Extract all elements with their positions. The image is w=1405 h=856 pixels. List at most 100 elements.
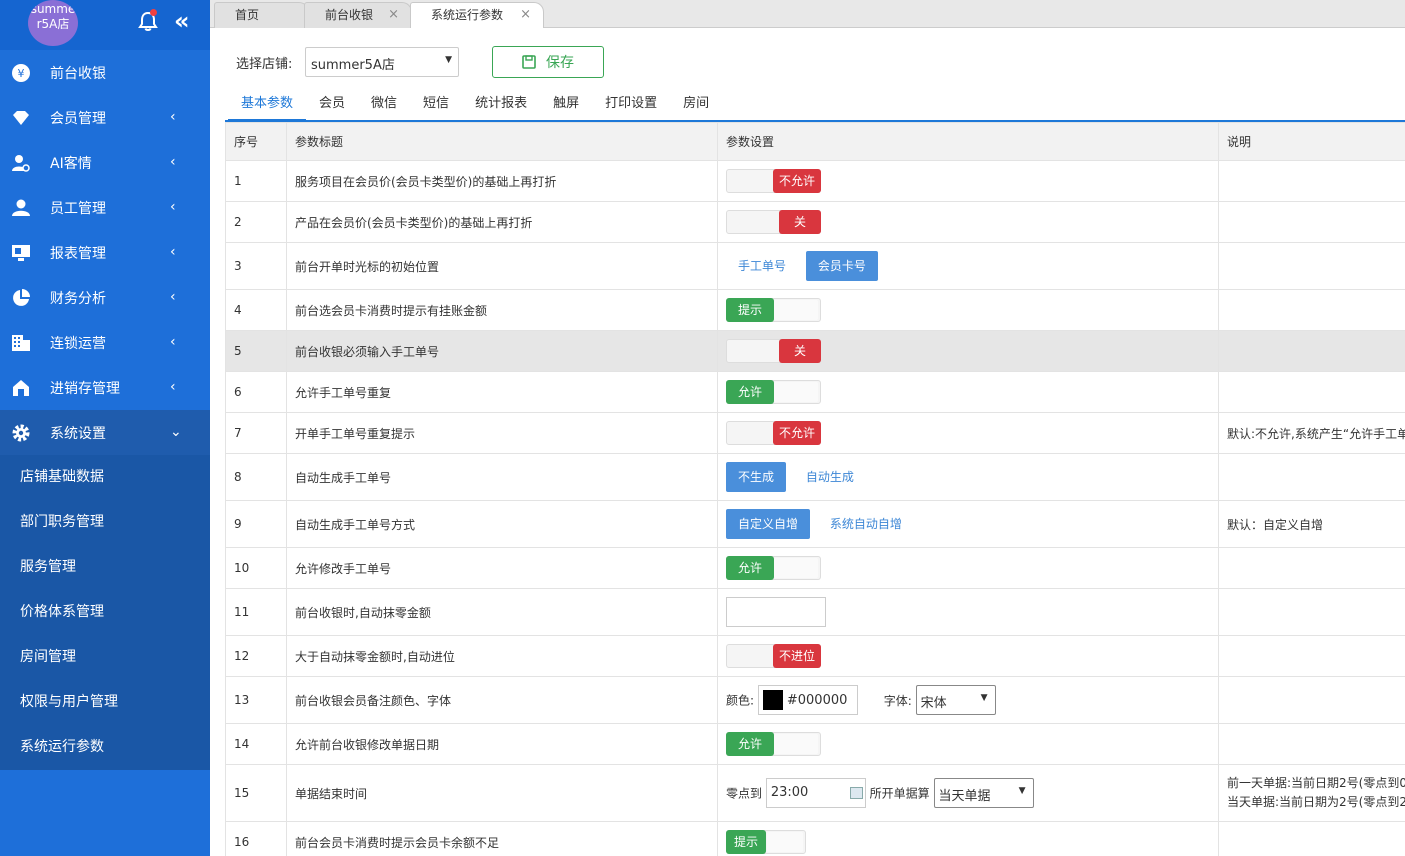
tab-sms[interactable]: 短信 bbox=[410, 91, 462, 121]
color-label: 颜色: bbox=[726, 693, 755, 708]
option-system-increment[interactable]: 系统自动自增 bbox=[818, 509, 914, 539]
toggle-track bbox=[774, 382, 818, 402]
tab-home[interactable]: 首页 bbox=[214, 2, 309, 28]
sidebar-item-reports[interactable]: 报表管理 ‹ bbox=[0, 230, 210, 275]
sidebar-subitem-room[interactable]: 房间管理 bbox=[0, 635, 210, 680]
color-picker[interactable]: #000000 bbox=[757, 685, 858, 715]
tab-front-cashier[interactable]: 前台收银 × bbox=[304, 2, 412, 28]
row-note bbox=[1218, 160, 1405, 202]
row-no: 16 bbox=[225, 821, 287, 856]
font-label: 字体: bbox=[883, 693, 912, 708]
monitor-icon bbox=[10, 242, 32, 264]
sidebar-item-system-settings[interactable]: 系统设置 ⌄ bbox=[0, 410, 210, 455]
toggle-switch[interactable]: 允许 bbox=[726, 732, 821, 756]
toggle-switch[interactable]: 提示 bbox=[726, 298, 821, 322]
avatar-text-line1: summe bbox=[30, 2, 76, 16]
tab-member[interactable]: 会员 bbox=[306, 91, 358, 121]
sidebar-subitem-department[interactable]: 部门职务管理 bbox=[0, 500, 210, 545]
option-member-card[interactable]: 会员卡号 bbox=[805, 251, 878, 281]
toggle-switch[interactable]: 提示 bbox=[726, 830, 806, 854]
row-setting: 不允许 bbox=[717, 160, 1219, 202]
option-no-generate[interactable]: 不生成 bbox=[726, 462, 787, 492]
toggle-switch[interactable]: 不允许 bbox=[726, 421, 821, 445]
row-no: 6 bbox=[225, 371, 287, 413]
sidebar-item-inventory[interactable]: 进销存管理 ‹ bbox=[0, 365, 210, 410]
tab-system-params[interactable]: 系统运行参数 × bbox=[410, 2, 544, 29]
toggle-switch[interactable]: 关 bbox=[726, 339, 821, 363]
col-header-note: 说明 bbox=[1218, 122, 1405, 161]
bill-count-as-label: 所开单据算 bbox=[869, 786, 930, 801]
tab-print[interactable]: 打印设置 bbox=[592, 91, 670, 121]
table-row: 13 前台收银会员备注颜色、字体 颜色: #000000 字体: 宋体 ▼ bbox=[225, 676, 1405, 724]
auto-round-amount-input[interactable] bbox=[726, 597, 826, 627]
save-button[interactable]: 保存 bbox=[492, 46, 604, 78]
row-no: 5 bbox=[225, 330, 287, 372]
toggle-switch[interactable]: 不允许 bbox=[726, 169, 821, 193]
sidebar-item-ai[interactable]: AI客情 ‹ bbox=[0, 140, 210, 185]
row-note bbox=[1218, 289, 1405, 331]
table-row: 4 前台选会员卡消费时提示有挂账金额 提示 bbox=[225, 289, 1405, 331]
toggle-track bbox=[767, 832, 803, 852]
row-setting: 不进位 bbox=[717, 635, 1219, 677]
row-title: 开单手工单号重复提示 bbox=[286, 412, 718, 454]
sidebar-subitem-permissions[interactable]: 权限与用户管理 bbox=[0, 680, 210, 725]
table-row: 2 产品在会员价(会员卡类型价)的基础上再打折 关 bbox=[225, 201, 1405, 243]
sidebar-item-label: 财务分析 bbox=[50, 290, 106, 307]
close-icon[interactable]: × bbox=[388, 3, 399, 27]
option-auto-generate[interactable]: 自动生成 bbox=[794, 462, 866, 492]
pie-chart-icon bbox=[10, 287, 32, 309]
params-table: 序号 参数标题 参数设置 说明 1 服务项目在会员价(会员卡类型价)的基础上再打… bbox=[225, 122, 1405, 856]
row-no: 13 bbox=[225, 676, 287, 724]
sidebar-item-chain[interactable]: 连锁运营 ‹ bbox=[0, 320, 210, 365]
tab-wechat[interactable]: 微信 bbox=[358, 91, 410, 121]
calendar-icon[interactable] bbox=[849, 787, 863, 799]
option-manual-number[interactable]: 手工单号 bbox=[726, 251, 798, 281]
row-no: 2 bbox=[225, 201, 287, 243]
table-row: 7 开单手工单号重复提示 不允许 默认:不允许,系统产生“允许手工单 bbox=[225, 412, 1405, 454]
tab-basic-params[interactable]: 基本参数 bbox=[228, 91, 307, 121]
tab-statistics[interactable]: 统计报表 bbox=[462, 91, 540, 121]
main-content: 选择店铺: summer5A店 ▼ 保存 基本参数 会员 微信 短信 统计报表 … bbox=[210, 28, 1405, 856]
toggle-switch[interactable]: 不进位 bbox=[726, 644, 821, 668]
sidebar-item-finance[interactable]: 财务分析 ‹ bbox=[0, 275, 210, 320]
sidebar-subitem-system-params[interactable]: 系统运行参数 bbox=[0, 725, 210, 770]
end-time-input[interactable]: 23:00 bbox=[765, 778, 866, 808]
toggle-label: 允许 bbox=[726, 732, 774, 756]
sidebar-subitem-price[interactable]: 价格体系管理 bbox=[0, 590, 210, 635]
sidebar-subitem-store-data[interactable]: 店铺基础数据 bbox=[0, 455, 210, 500]
avatar[interactable]: summe r5A店 bbox=[28, 0, 78, 46]
tab-label: 系统运行参数 bbox=[431, 8, 504, 22]
store-select-value: summer5A店 bbox=[311, 58, 395, 73]
option-custom-increment[interactable]: 自定义自增 bbox=[726, 509, 811, 539]
close-icon[interactable]: × bbox=[520, 3, 531, 27]
row-setting: 不生成 自动生成 bbox=[717, 453, 1219, 501]
settings-tabs: 基本参数 会员 微信 短信 统计报表 触屏 打印设置 房间 bbox=[228, 91, 722, 121]
chevron-left-icon: ‹ bbox=[170, 289, 176, 305]
store-select[interactable]: summer5A店 ▼ bbox=[305, 47, 459, 77]
note-line: 前一天单据:当前日期2号(零点到0 bbox=[1227, 776, 1405, 790]
sidebar-item-label: 会员管理 bbox=[50, 110, 106, 127]
sidebar-item-member[interactable]: 会员管理 ‹ bbox=[0, 95, 210, 140]
caret-down-icon: ▼ bbox=[1018, 786, 1026, 796]
row-no: 4 bbox=[225, 289, 287, 331]
font-select[interactable]: 宋体 ▼ bbox=[915, 685, 996, 715]
table-row: 11 前台收银时,自动抹零金额 bbox=[225, 588, 1405, 636]
tab-room[interactable]: 房间 bbox=[670, 91, 722, 121]
toggle-switch[interactable]: 关 bbox=[726, 210, 821, 234]
sidebar-item-label: 系统设置 bbox=[50, 425, 106, 442]
toggle-switch[interactable]: 允许 bbox=[726, 556, 821, 580]
toggle-label: 允许 bbox=[726, 556, 774, 580]
toggle-track bbox=[774, 300, 818, 320]
sidebar-subitem-service[interactable]: 服务管理 bbox=[0, 545, 210, 590]
collapse-sidebar-icon[interactable]: « bbox=[174, 9, 190, 33]
row-note: 默认：自定义自增 bbox=[1218, 500, 1405, 548]
sidebar-item-front-cashier[interactable]: ¥ 前台收银 bbox=[0, 50, 210, 95]
yen-icon: ¥ bbox=[10, 62, 32, 84]
bill-day-select[interactable]: 当天单据 ▼ bbox=[933, 778, 1034, 808]
table-row: 6 允许手工单号重复 允许 bbox=[225, 371, 1405, 413]
bill-day-select-value: 当天单据 bbox=[938, 789, 991, 804]
row-no: 10 bbox=[225, 547, 287, 589]
toggle-switch[interactable]: 允许 bbox=[726, 380, 821, 404]
tab-touchscreen[interactable]: 触屏 bbox=[540, 91, 592, 121]
sidebar-item-staff[interactable]: 员工管理 ‹ bbox=[0, 185, 210, 230]
